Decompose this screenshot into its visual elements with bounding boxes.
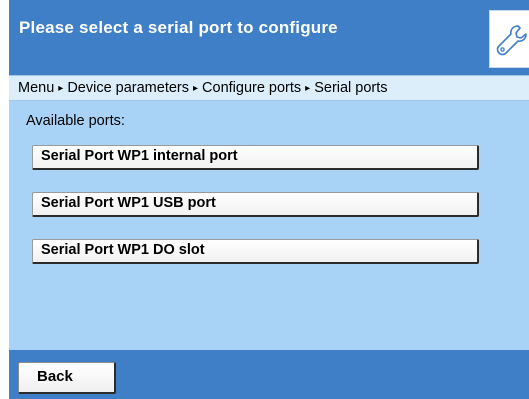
breadcrumb-item-serial-ports: Serial ports bbox=[314, 80, 388, 96]
header-bar: Please select a serial port to configure bbox=[9, 0, 529, 75]
wrench-icon bbox=[496, 25, 527, 56]
breadcrumb-item-configure-ports: Configure ports bbox=[202, 80, 302, 96]
breadcrumb-separator: ▸ bbox=[305, 83, 311, 94]
serial-port-do-slot-button[interactable]: Serial Port WP1 DO slot bbox=[32, 239, 479, 264]
breadcrumb: Menu ▸ Device parameters ▸ Configure ports ▸ S… bbox=[9, 75, 529, 101]
breadcrumb-item-menu: Menu bbox=[18, 80, 55, 96]
settings-button[interactable] bbox=[489, 10, 529, 68]
breadcrumb-item-device-parameters: Device parameters bbox=[67, 80, 189, 96]
available-ports-label: Available ports: bbox=[26, 113, 125, 129]
serial-port-usb-button[interactable]: Serial Port WP1 USB port bbox=[32, 192, 479, 217]
screen: Please select a serial port to configure… bbox=[0, 0, 529, 399]
serial-port-internal-button[interactable]: Serial Port WP1 internal port bbox=[32, 145, 479, 170]
page-title: Please select a serial port to configure bbox=[19, 18, 338, 37]
breadcrumb-separator: ▸ bbox=[193, 83, 199, 94]
back-button[interactable]: Back bbox=[18, 362, 116, 394]
content-area bbox=[9, 101, 529, 350]
breadcrumb-separator: ▸ bbox=[58, 83, 64, 94]
